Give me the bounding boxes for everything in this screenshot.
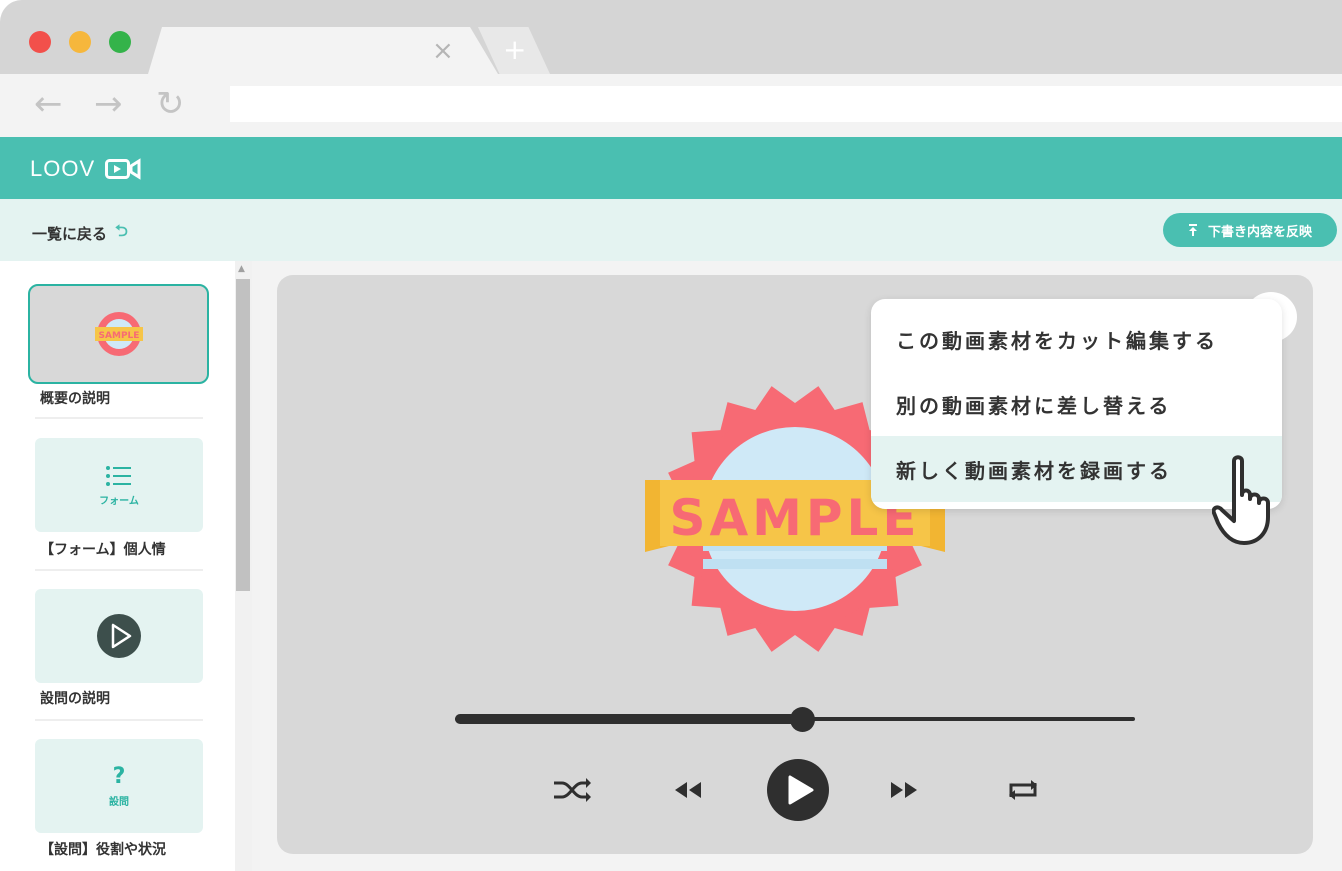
window-minimize-dot[interactable]	[69, 31, 91, 53]
menu-item-replace[interactable]: 別の動画素材に差し替える	[871, 371, 1282, 437]
rewind-icon	[675, 782, 701, 798]
video-camera-icon	[105, 158, 141, 180]
shuffle-button[interactable]	[548, 766, 596, 814]
play-icon	[767, 759, 829, 821]
sidebar-card-label: 設問の説明	[40, 691, 110, 707]
forward-arrow-icon[interactable]: →	[94, 86, 123, 122]
play-circle-icon	[97, 614, 141, 658]
card-type-label: フォーム	[99, 495, 139, 507]
svg-text:SAMPLE: SAMPLE	[98, 331, 139, 341]
sidebar-card-label: 【設問】役割や状況	[40, 842, 166, 858]
back-to-list-link[interactable]: 一覧に戻る ⮌	[32, 220, 128, 247]
play-button[interactable]	[766, 758, 830, 822]
apply-draft-label: 下書き内容を反映	[1207, 224, 1312, 240]
hand-pointer-icon	[1212, 455, 1270, 545]
scrollbar-thumb[interactable]	[236, 279, 250, 591]
sidebar-divider	[35, 569, 203, 571]
repeat-icon	[1009, 780, 1037, 800]
sidebar-card-question[interactable]: ? 設問	[35, 739, 203, 833]
sidebar-divider	[35, 719, 203, 721]
tab-close-icon[interactable]: ×	[432, 36, 454, 66]
window-maximize-dot[interactable]	[109, 31, 131, 53]
shuffle-icon	[554, 778, 591, 802]
sub-header	[0, 199, 1342, 261]
undo-icon: ⮌	[115, 221, 128, 240]
back-arrow-icon[interactable]: ←	[34, 86, 63, 122]
upload-icon	[1188, 224, 1197, 236]
back-label: 一覧に戻る	[32, 225, 108, 243]
logo-text: LOOV	[30, 156, 96, 181]
window-close-dot[interactable]	[29, 31, 51, 53]
sidebar-divider	[35, 417, 203, 419]
fast-forward-button[interactable]	[880, 766, 928, 814]
apply-draft-button[interactable]: 下書き内容を反映	[1163, 213, 1337, 247]
reload-icon[interactable]: ↻	[156, 86, 185, 122]
progress-knob[interactable]	[789, 707, 815, 732]
sidebar-card-label: 概要の説明	[40, 391, 110, 407]
url-bar[interactable]	[230, 86, 1342, 122]
card-type-label: 設問	[109, 796, 129, 808]
list-icon	[106, 465, 131, 486]
sample-badge-thumbnail: SAMPLE	[94, 312, 143, 356]
menu-item-cut-edit[interactable]: この動画素材をカット編集する	[871, 306, 1282, 372]
plus-icon[interactable]: +	[503, 34, 526, 66]
sidebar-card-overview[interactable]: SAMPLE	[28, 284, 209, 384]
fast-forward-icon	[891, 782, 917, 798]
sidebar-card-label: 【フォーム】個人情	[40, 542, 166, 558]
rewind-button[interactable]	[664, 766, 712, 814]
repeat-button[interactable]	[999, 766, 1047, 814]
progress-fill	[455, 714, 802, 724]
question-icon: ?	[112, 763, 126, 789]
scroll-up-icon[interactable]: ▲	[238, 264, 245, 274]
sidebar-card-question-intro[interactable]	[35, 589, 203, 683]
sidebar-card-form[interactable]: フォーム	[35, 438, 203, 532]
app-logo[interactable]: LOOV	[30, 155, 141, 183]
app-header	[0, 137, 1342, 199]
